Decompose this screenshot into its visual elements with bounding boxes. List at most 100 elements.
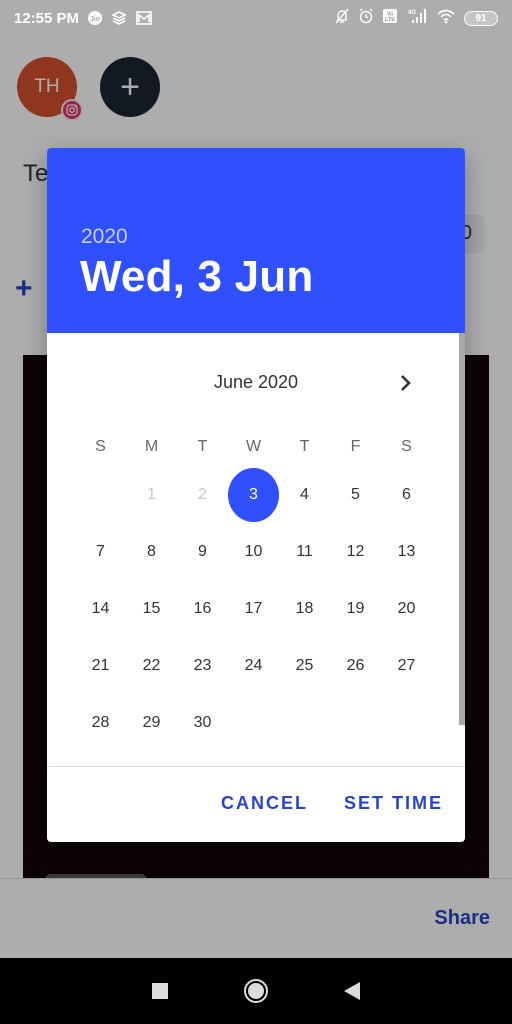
dialog-divider xyxy=(47,766,465,767)
weekday-label: S xyxy=(95,438,106,455)
layers-icon xyxy=(111,10,127,26)
status-time: 12:55 PM xyxy=(14,9,80,27)
day-cell[interactable]: 11 xyxy=(279,523,330,580)
calendar-week-row: 1 2 3 4 5 6 xyxy=(75,466,432,523)
calendar-week-row: 14 15 16 17 18 19 20 xyxy=(75,580,432,637)
day-cell[interactable]: 5 xyxy=(330,466,381,523)
day-number: 13 xyxy=(397,542,416,560)
day-number: 26 xyxy=(346,656,365,674)
day-cell: 1 xyxy=(126,466,177,523)
day-cell[interactable]: 8 xyxy=(126,523,177,580)
cancel-button[interactable]: CANCEL xyxy=(221,793,308,814)
empty-day-cell xyxy=(381,694,432,751)
day-number: 17 xyxy=(244,599,263,617)
calendar-grid: SMTWTFS 1 2 3 4 5 6 7 8 9 10 11 12 13 14 15 16 17 18 19 20 2… xyxy=(75,428,432,751)
day-number: 16 xyxy=(193,599,212,617)
day-cell[interactable]: 22 xyxy=(126,637,177,694)
day-cell[interactable]: 27 xyxy=(381,637,432,694)
day-number: 24 xyxy=(244,656,263,674)
month-navigation: June 2020 xyxy=(47,368,465,398)
gallery-icon xyxy=(135,10,153,26)
day-number: 3 xyxy=(228,467,279,522)
day-number: 1 xyxy=(147,485,156,503)
day-number: 30 xyxy=(193,713,212,731)
day-cell[interactable]: 4 xyxy=(279,466,330,523)
empty-day-cell xyxy=(228,694,279,751)
weekday-label: F xyxy=(350,438,361,455)
day-number: 4 xyxy=(300,485,309,503)
alarm-icon xyxy=(358,8,374,28)
selected-day-cell[interactable]: 3 xyxy=(228,466,279,523)
day-number: 22 xyxy=(142,656,161,674)
empty-day-cell xyxy=(279,694,330,751)
day-cell[interactable]: 30 xyxy=(177,694,228,751)
day-number: 27 xyxy=(397,656,416,674)
day-cell[interactable]: 15 xyxy=(126,580,177,637)
day-number: 12 xyxy=(346,542,365,560)
day-number: 9 xyxy=(198,542,207,560)
day-number: 7 xyxy=(96,542,105,560)
recent-apps-button[interactable] xyxy=(152,983,168,999)
svg-text:Jio: Jio xyxy=(90,16,100,23)
svg-text:4G: 4G xyxy=(408,10,416,16)
back-button[interactable] xyxy=(344,982,360,1000)
weekday-label: T xyxy=(197,438,208,455)
day-cell[interactable]: 14 xyxy=(75,580,126,637)
day-cell: 2 xyxy=(177,466,228,523)
day-number: 15 xyxy=(142,599,161,617)
status-bar: 12:55 PM Jio Vo LTE 4G 91 xyxy=(0,0,512,36)
day-number: 23 xyxy=(193,656,212,674)
svg-text:LTE: LTE xyxy=(385,17,395,23)
day-cell[interactable]: 16 xyxy=(177,580,228,637)
day-cell[interactable]: 19 xyxy=(330,580,381,637)
day-cell[interactable]: 24 xyxy=(228,637,279,694)
year-selector[interactable]: 2020 xyxy=(81,225,128,249)
day-number: 21 xyxy=(91,656,110,674)
empty-day-cell xyxy=(330,694,381,751)
day-cell[interactable]: 17 xyxy=(228,580,279,637)
weekday-label: M xyxy=(144,438,159,455)
day-cell[interactable]: 13 xyxy=(381,523,432,580)
day-number: 6 xyxy=(402,485,411,503)
weekday-label: T xyxy=(299,438,310,455)
wifi-icon xyxy=(436,8,456,28)
weekday-label: W xyxy=(245,438,262,455)
day-cell[interactable]: 21 xyxy=(75,637,126,694)
day-cell[interactable]: 25 xyxy=(279,637,330,694)
weekday-header-row: SMTWTFS xyxy=(75,428,432,466)
day-number: 2 xyxy=(198,485,207,503)
signal-4g-icon: 4G xyxy=(406,8,428,28)
dialog-actions: CANCEL SET TIME xyxy=(221,793,443,814)
date-picker-header: 2020 Wed, 3 Jun xyxy=(47,148,465,333)
day-number: 5 xyxy=(351,485,360,503)
day-cell[interactable]: 26 xyxy=(330,637,381,694)
day-cell[interactable]: 6 xyxy=(381,466,432,523)
day-cell[interactable]: 29 xyxy=(126,694,177,751)
day-cell[interactable]: 9 xyxy=(177,523,228,580)
day-number: 18 xyxy=(295,599,314,617)
day-cell[interactable]: 20 xyxy=(381,580,432,637)
selected-date-label: Wed, 3 Jun xyxy=(80,252,314,301)
day-number: 20 xyxy=(397,599,416,617)
day-cell[interactable]: 23 xyxy=(177,637,228,694)
home-button[interactable] xyxy=(244,979,268,1003)
calendar-week-row: 21 22 23 24 25 26 27 xyxy=(75,637,432,694)
day-number: 28 xyxy=(91,713,110,731)
weekday-label: S xyxy=(401,438,412,455)
day-number: 10 xyxy=(244,542,263,560)
volte-icon: Vo LTE xyxy=(382,8,398,28)
system-navigation-bar xyxy=(0,958,512,1024)
day-number: 14 xyxy=(91,599,110,617)
day-cell[interactable]: 10 xyxy=(228,523,279,580)
day-cell[interactable]: 28 xyxy=(75,694,126,751)
set-time-button[interactable]: SET TIME xyxy=(344,793,443,814)
calendar-week-row: 7 8 9 10 11 12 13 xyxy=(75,523,432,580)
day-cell[interactable]: 12 xyxy=(330,523,381,580)
day-number: 29 xyxy=(142,713,161,731)
calendar-week-row: 28 29 30 xyxy=(75,694,432,751)
day-cell[interactable]: 18 xyxy=(279,580,330,637)
day-cell[interactable]: 7 xyxy=(75,523,126,580)
jio-icon: Jio xyxy=(87,10,103,26)
next-month-button[interactable] xyxy=(391,368,421,398)
day-number: 19 xyxy=(346,599,365,617)
